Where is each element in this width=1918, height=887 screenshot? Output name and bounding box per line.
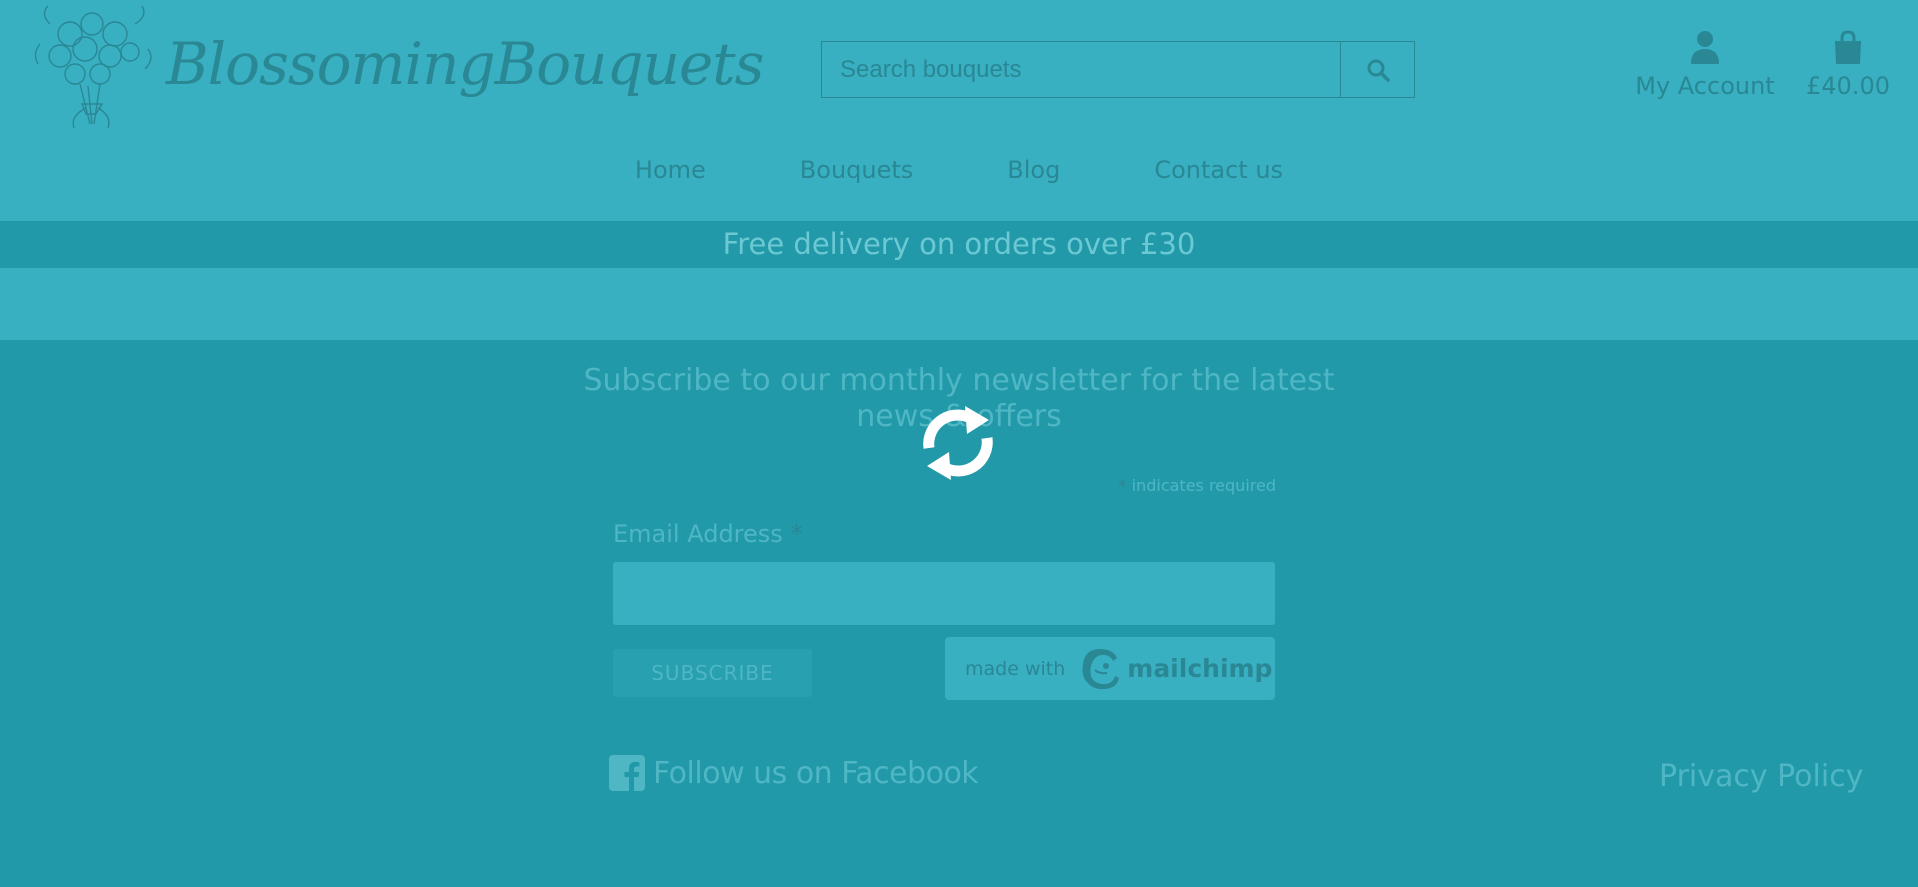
refresh-spinner-icon (923, 406, 993, 480)
facebook-label: Follow us on Facebook (653, 755, 979, 791)
nav-item-blog[interactable]: Blog (1007, 156, 1060, 184)
search-input[interactable] (821, 41, 1341, 98)
my-account-link[interactable]: My Account (1632, 30, 1778, 106)
user-icon (1691, 31, 1719, 64)
privacy-policy-link[interactable]: Privacy Policy (1659, 759, 1863, 794)
search-button[interactable] (1341, 41, 1415, 98)
required-note-text: indicates required (1131, 476, 1276, 495)
bouquet-logo-icon (30, 4, 158, 134)
made-with-text: made with (965, 657, 1066, 680)
subscribe-button[interactable]: SUBSCRIBE (613, 649, 812, 697)
search-icon (1367, 59, 1390, 82)
email-field[interactable] (613, 562, 1275, 625)
content-band (0, 268, 1918, 340)
email-label: Email Address * (613, 520, 802, 548)
site-header: BlossomingBouquets My Account £40.00 Hom… (0, 0, 1918, 221)
required-star: * (1118, 476, 1127, 495)
facebook-link[interactable]: Follow us on Facebook (609, 755, 979, 791)
promo-text: Free delivery on orders over £30 (722, 227, 1196, 261)
basket-link[interactable]: £40.00 (1806, 30, 1890, 106)
required-note: * indicates required (1020, 476, 1276, 495)
search-bar (821, 41, 1415, 98)
mailchimp-brand: mailchimp (1127, 654, 1273, 683)
facebook-icon (609, 755, 645, 791)
mailchimp-icon (1082, 648, 1120, 689)
main-nav: Home Bouquets Blog Contact us (0, 156, 1918, 184)
newsletter-title-line1: Subscribe to our monthly newsletter for … (583, 363, 1335, 398)
my-account-label: My Account (1635, 72, 1775, 100)
mailchimp-badge[interactable]: made with mailchimp (945, 637, 1275, 700)
nav-item-home[interactable]: Home (635, 156, 706, 184)
email-label-text: Email Address (613, 520, 783, 548)
loading-spinner (921, 398, 995, 488)
logo-text: BlossomingBouquets (166, 30, 764, 98)
nav-item-contact[interactable]: Contact us (1154, 156, 1283, 184)
basket-total: £40.00 (1806, 72, 1890, 100)
shopping-bag-icon (1835, 30, 1861, 64)
site-logo[interactable]: BlossomingBouquets (30, 4, 764, 134)
nav-item-bouquets[interactable]: Bouquets (800, 156, 913, 184)
promo-banner: Free delivery on orders over £30 (0, 221, 1918, 268)
email-required-star: * (790, 520, 803, 548)
